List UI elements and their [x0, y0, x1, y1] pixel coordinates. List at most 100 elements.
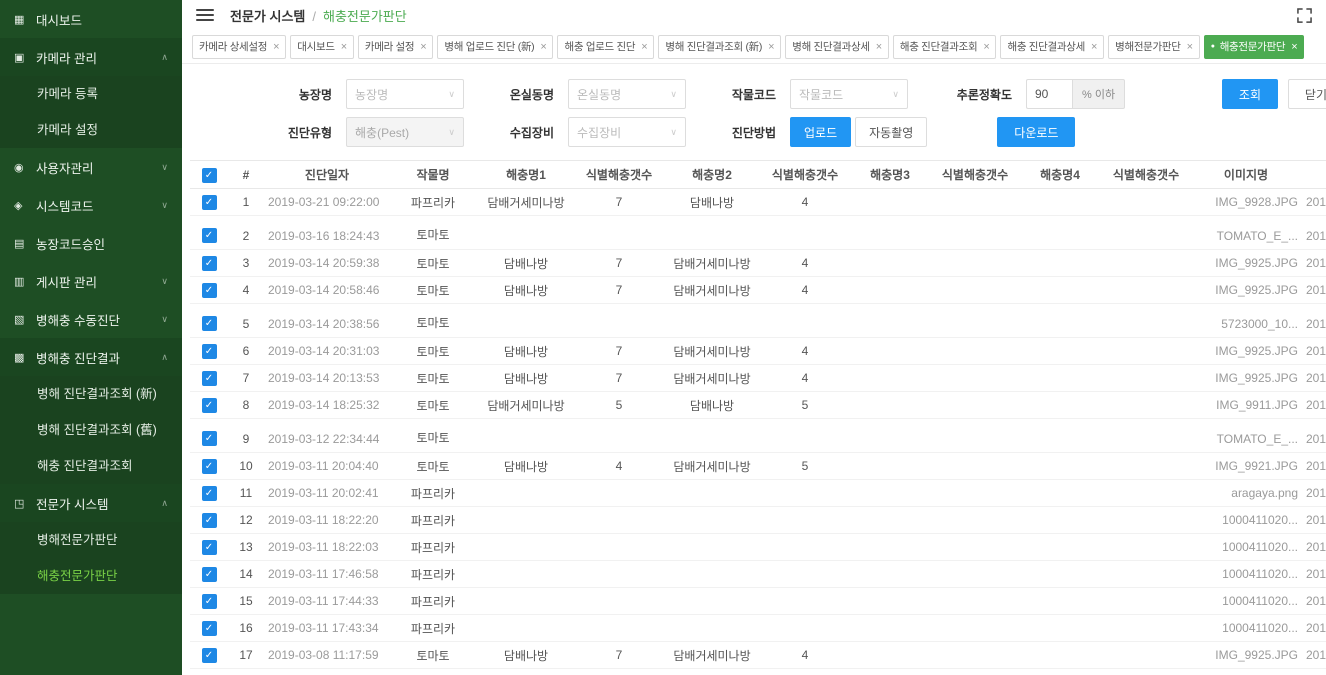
close-icon[interactable]: × [420, 41, 426, 53]
sidebar-item[interactable]: ▤농장코드승인 [0, 224, 182, 262]
tab[interactable]: 병해 업로드 진단 (新)× [437, 35, 553, 59]
tab[interactable]: 대시보드× [290, 35, 354, 59]
tab[interactable]: ●해충전문가판단× [1204, 35, 1305, 59]
close-icon[interactable]: × [341, 41, 347, 53]
close-button[interactable]: 닫기 [1288, 79, 1326, 109]
tab[interactable]: 병해 진단결과상세 × [785, 35, 889, 59]
row-checkbox[interactable]: ✓ [202, 283, 217, 298]
row-checkbox[interactable]: ✓ [202, 621, 217, 636]
diagnosis-type-select[interactable]: 해충(Pest) ∨ [346, 117, 464, 147]
row-checkbox[interactable]: ✓ [202, 316, 217, 331]
row-checkbox[interactable]: ✓ [202, 486, 217, 501]
row-checkbox[interactable]: ✓ [202, 371, 217, 386]
row-checkbox[interactable]: ✓ [202, 567, 217, 582]
cell: 토마토 [390, 277, 476, 304]
sidebar-subitem[interactable]: 병해전문가판단 [0, 522, 182, 558]
column-header [1302, 161, 1326, 189]
sidebar-item[interactable]: ◳전문가 시스템∧ [0, 484, 182, 522]
close-icon[interactable]: × [641, 41, 647, 53]
row-checkbox[interactable]: ✓ [202, 344, 217, 359]
close-icon[interactable]: × [1187, 41, 1193, 53]
cell [848, 392, 932, 419]
row-checkbox[interactable]: ✓ [202, 594, 217, 609]
tab[interactable]: 병해전문가판단× [1108, 35, 1200, 59]
close-icon[interactable]: × [273, 41, 279, 53]
cell [662, 615, 762, 642]
close-icon[interactable]: × [876, 41, 882, 53]
cell [476, 419, 576, 453]
accuracy-input[interactable] [1026, 79, 1072, 109]
cell: 201 [1302, 216, 1326, 250]
crop-code-select[interactable]: 작물코드 ∨ [790, 79, 908, 109]
tab[interactable]: 카메라 설정× [358, 35, 434, 59]
cell: IMG_9925.JPG [1190, 250, 1302, 277]
sidebar-subitem[interactable]: 카메라 설정 [0, 112, 182, 148]
sidebar-item[interactable]: ▣카메라 관리∧ [0, 38, 182, 76]
sidebar-subitem[interactable]: 병해 진단결과조회 (舊) [0, 412, 182, 448]
cell: 담배나방 [662, 392, 762, 419]
sidebar-item[interactable]: ▧병해충 수동진단∨ [0, 300, 182, 338]
close-icon[interactable]: × [540, 41, 546, 53]
chevron-down-icon: ∨ [161, 200, 168, 211]
tab[interactable]: 병해 진단결과조회 (新)× [658, 35, 781, 59]
row-checkbox[interactable]: ✓ [202, 648, 217, 663]
row-checkbox[interactable]: ✓ [202, 459, 217, 474]
method-autocapture-button[interactable]: 자동촬영 [855, 117, 927, 147]
cell: 201 [1302, 250, 1326, 277]
table-row: ✓122019-03-11 18:22:20파프리카1000411020...2… [190, 507, 1326, 534]
cell: 5 [576, 392, 662, 419]
greenhouse-select[interactable]: 온실동명 ∨ [568, 79, 686, 109]
close-icon[interactable]: × [983, 41, 989, 53]
equipment-select[interactable]: 수집장비 ∨ [568, 117, 686, 147]
sidebar-subitem[interactable]: 카메라 등록 [0, 76, 182, 112]
method-upload-button[interactable]: 업로드 [790, 117, 851, 147]
sidebar-subitem[interactable]: 해충 진단결과조회 [0, 448, 182, 484]
close-icon[interactable]: × [768, 41, 774, 53]
tab-label: 병해 진단결과상세 [792, 39, 870, 54]
row-checkbox[interactable]: ✓ [202, 195, 217, 210]
table-row: ✓52019-03-14 20:38:56토마토5723000_10...201 [190, 304, 1326, 338]
row-checkbox[interactable]: ✓ [202, 431, 217, 446]
cell: 토마토 [390, 338, 476, 365]
tab[interactable]: 해충 진단결과상세× [1000, 35, 1104, 59]
sidebar-item[interactable]: ▦대시보드 [0, 0, 182, 38]
sidebar-item[interactable]: ▩병해충 진단결과∧ [0, 338, 182, 376]
cell: 10 [228, 453, 264, 480]
row-checkbox[interactable]: ✓ [202, 513, 217, 528]
row-checkbox[interactable]: ✓ [202, 256, 217, 271]
cell [1102, 277, 1190, 304]
cell [932, 250, 1018, 277]
sidebar-item[interactable]: ◉사용자관리∨ [0, 148, 182, 186]
sidebar-item[interactable]: ▥게시판 관리∨ [0, 262, 182, 300]
table-row: ✓62019-03-14 20:31:03토마토담배나방7담배거세미나방4IMG… [190, 338, 1326, 365]
download-button[interactable]: 다운로드 [997, 117, 1075, 147]
farm-code-icon: ▤ [14, 237, 36, 250]
method-segmented-control: 업로드 자동촬영 [790, 117, 927, 147]
cell: 담배나방 [476, 250, 576, 277]
cell [1102, 642, 1190, 669]
tab[interactable]: 해충 진단결과조회 × [893, 35, 997, 59]
cell [1018, 453, 1102, 480]
farm-name-select[interactable]: 농장명 ∨ [346, 79, 464, 109]
cell: 1 [228, 189, 264, 216]
sidebar-subitem[interactable]: 병해 진단결과조회 (新) [0, 376, 182, 412]
table-row: ✓92019-03-12 22:34:44토마토TOMATO_E_...201 [190, 419, 1326, 453]
fullscreen-icon[interactable] [1297, 8, 1312, 23]
sidebar-subitem[interactable]: 해충전문가판단 [0, 558, 182, 594]
tab[interactable]: 해충 업로드 진단× [557, 35, 654, 59]
row-checkbox[interactable]: ✓ [202, 398, 217, 413]
sidebar-item[interactable]: ◈시스템코드∨ [0, 186, 182, 224]
cell: 6 [228, 338, 264, 365]
chevron-down-icon: ∨ [161, 162, 168, 173]
cell: 2019-03-08 11:17:59 [264, 642, 390, 669]
cell [576, 507, 662, 534]
row-checkbox[interactable]: ✓ [202, 540, 217, 555]
search-button[interactable]: 조회 [1222, 79, 1278, 109]
close-icon[interactable]: × [1091, 41, 1097, 53]
row-checkbox[interactable]: ✓ [202, 228, 217, 243]
select-all-checkbox[interactable]: ✓ [202, 168, 217, 183]
close-icon[interactable]: × [1291, 41, 1297, 53]
tab-label: 해충 진단결과조회 [900, 39, 978, 54]
tab[interactable]: 카메라 상세설정× [192, 35, 286, 59]
menu-toggle-icon[interactable] [196, 9, 214, 21]
